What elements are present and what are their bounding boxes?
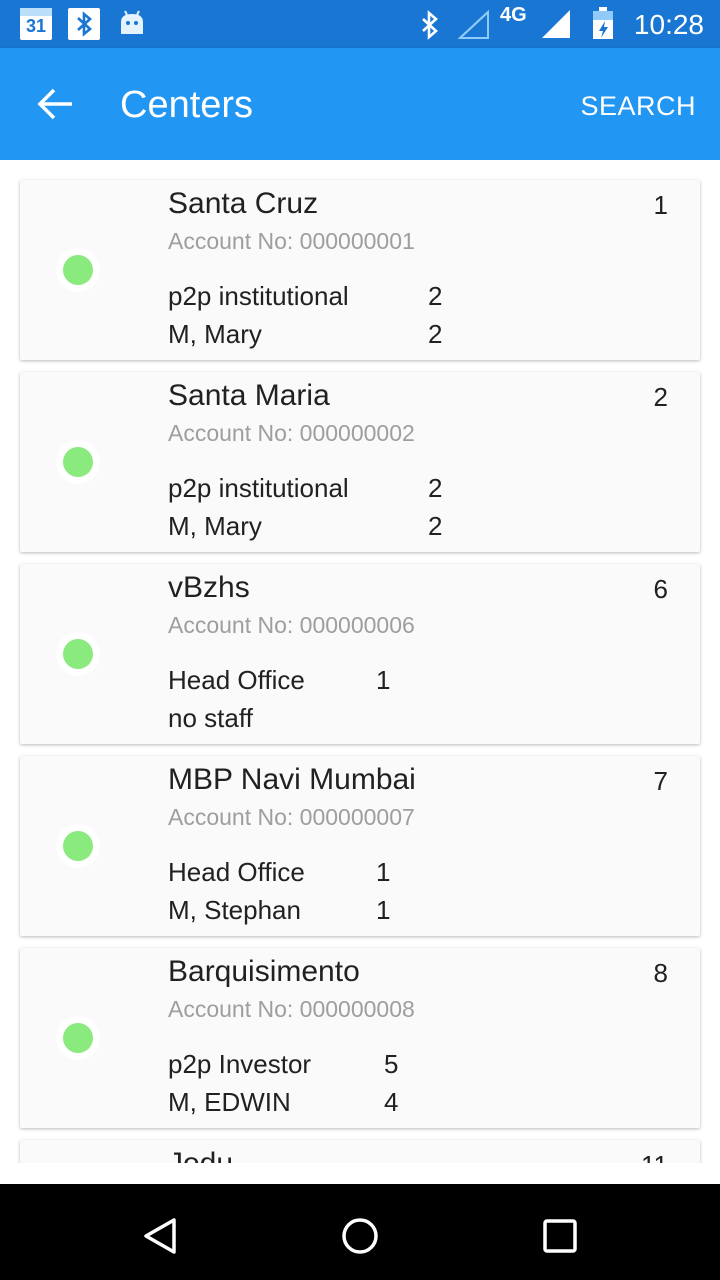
office-id: 2: [428, 281, 443, 311]
recents-nav-icon[interactable]: [536, 1212, 584, 1260]
wifi-signal-icon: [458, 10, 489, 39]
battery-icon: [593, 7, 613, 39]
calendar-icon: 31: [20, 8, 52, 40]
center-name: Santa Cruz: [168, 187, 319, 220]
office-name: p2p institutional: [168, 473, 349, 503]
center-name: vBzhs: [168, 571, 250, 604]
office-id: 1: [376, 665, 391, 695]
staff-id: 1: [376, 895, 391, 925]
office-id: 2: [428, 473, 443, 503]
active-status-dot: [63, 447, 93, 477]
center-id: 8: [653, 958, 668, 988]
center-card[interactable]: Santa Maria 2 Account No: 000000002 p2p …: [20, 372, 700, 552]
staff-name: no staff: [168, 703, 253, 733]
center-card[interactable]: MBP Navi Mumbai 7 Account No: 000000007 …: [20, 756, 700, 936]
status-indicator: [56, 440, 100, 484]
calendar-day: 31: [25, 16, 47, 36]
staff-id: 2: [428, 511, 443, 541]
staff-name: M, Mary: [168, 511, 262, 541]
office-name: p2p Investor: [168, 1049, 312, 1079]
cell-signal-icon: [542, 10, 570, 38]
office-name: p2p institutional: [168, 281, 349, 311]
navigation-bar: [0, 1184, 720, 1280]
account-number: Account No: 000000002: [168, 420, 415, 446]
status-indicator: [56, 824, 100, 868]
staff-name: M, Stephan: [168, 895, 301, 925]
center-name: Santa Maria: [168, 379, 330, 412]
active-status-dot: [63, 639, 93, 669]
status-time: 10:28: [633, 9, 704, 40]
staff-id: 2: [428, 319, 443, 349]
center-card[interactable]: Jodu 11: [20, 1140, 700, 1163]
bluetooth-icon: [422, 10, 438, 40]
status-bar: 31 4G 10:28: [0, 0, 720, 48]
centers-list[interactable]: Santa Cruz 1 Account No: 000000001 p2p i…: [0, 160, 720, 1163]
office-name: Head Office: [168, 857, 305, 887]
android-debug-icon: [118, 10, 146, 41]
center-card[interactable]: vBzhs 6 Account No: 000000006 Head Offic…: [20, 564, 700, 744]
status-indicator: [56, 632, 100, 676]
app-bar: Centers SEARCH: [0, 48, 720, 160]
center-card[interactable]: Santa Cruz 1 Account No: 000000001 p2p i…: [20, 180, 700, 360]
center-card[interactable]: Barquisimento 8 Account No: 000000008 p2…: [20, 948, 700, 1128]
account-number: Account No: 000000008: [168, 996, 415, 1022]
page-title: Centers: [120, 84, 254, 126]
center-id: 1: [653, 190, 668, 220]
center-name: Jodu: [168, 1146, 233, 1163]
active-status-dot: [63, 255, 93, 285]
staff-name: M, Mary: [168, 319, 262, 349]
account-number: Account No: 000000006: [168, 612, 415, 638]
center-id: 2: [653, 382, 668, 412]
back-nav-icon[interactable]: [136, 1212, 184, 1260]
center-name: Barquisimento: [168, 955, 360, 988]
bluetooth-notification-icon: [68, 8, 100, 40]
account-number: Account No: 000000001: [168, 228, 415, 254]
status-indicator: [56, 248, 100, 292]
office-name: Head Office: [168, 665, 305, 695]
home-nav-icon[interactable]: [336, 1212, 384, 1260]
center-id: 7: [653, 766, 668, 796]
office-id: 5: [384, 1049, 399, 1079]
center-id: 11: [641, 1148, 668, 1163]
staff-id: 4: [384, 1087, 399, 1117]
staff-name: M, EDWIN: [168, 1087, 291, 1117]
search-button[interactable]: SEARCH: [580, 88, 696, 124]
network-type: 4G: [500, 4, 527, 26]
active-status-dot: [63, 831, 93, 861]
active-status-dot: [63, 1023, 93, 1053]
center-name: MBP Navi Mumbai: [168, 763, 416, 796]
back-arrow-icon[interactable]: [36, 86, 76, 122]
status-indicator: [56, 1016, 100, 1060]
account-number: Account No: 000000007: [168, 804, 415, 830]
office-id: 1: [376, 857, 391, 887]
center-id: 6: [653, 574, 668, 604]
